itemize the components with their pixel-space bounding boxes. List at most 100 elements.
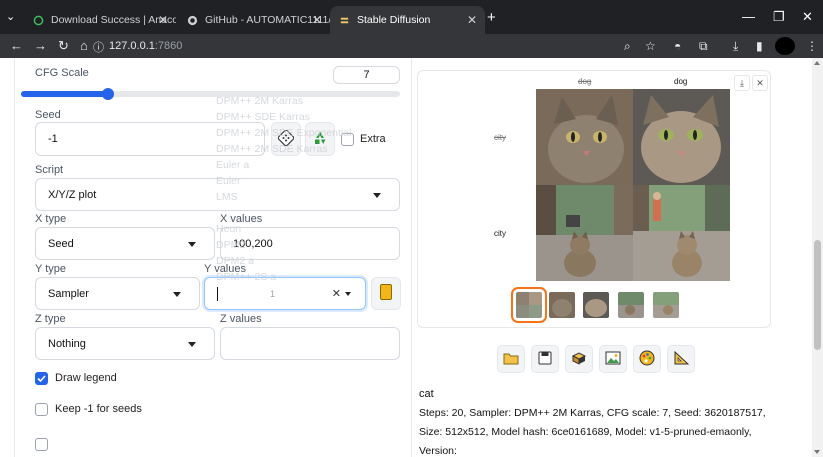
gallery-thumbnail[interactable]: [653, 292, 679, 318]
fill-values-button[interactable]: [371, 277, 401, 310]
generation-info: Steps: 20, Sampler: DPM++ 2M Karras, CFG…: [419, 407, 766, 457]
checkmark-icon: [37, 375, 46, 383]
scroll-down-icon[interactable]: [814, 450, 820, 454]
y-type-label: Y type: [35, 263, 66, 275]
sidepanel-icon[interactable]: ▮: [756, 39, 763, 53]
column-label: dog: [674, 77, 688, 86]
gallery-thumbnail[interactable]: [618, 292, 644, 318]
draw-legend-label: Draw legend: [55, 372, 117, 384]
seed-input[interactable]: -1: [35, 122, 265, 156]
output-gallery: ⤓ ✕ dog dog city city: [417, 70, 771, 328]
x-values-input[interactable]: 100,200: [220, 227, 400, 260]
address-bar: ← → ↻ ⌂ ⓘ 127.0.0.1:7860 ⌕ ☆ ◓ ⧉ ⤓ ▮ ⋮: [0, 34, 823, 58]
github-icon: [186, 14, 198, 26]
zip-icon: [571, 351, 587, 368]
y-values-dropdown[interactable]: 1 ✕: [204, 277, 366, 310]
draw-legend-checkbox[interactable]: [35, 372, 48, 385]
close-window-icon[interactable]: ✕: [802, 9, 813, 25]
gallery-thumbnail[interactable]: [549, 292, 575, 318]
close-tab-icon[interactable]: ✕: [158, 13, 168, 27]
script-select[interactable]: X/Y/Z plot: [35, 178, 400, 211]
z-type-select[interactable]: Nothing: [35, 327, 215, 360]
bookmark-star-icon[interactable]: ☆: [645, 39, 656, 53]
grid-cell-street-cat: [633, 185, 730, 281]
send-to-img2img-button[interactable]: [599, 345, 627, 373]
reload-icon[interactable]: ↻: [58, 38, 69, 54]
image-icon: [605, 351, 621, 368]
random-seed-button[interactable]: [271, 122, 301, 156]
profile-avatar[interactable]: [775, 37, 795, 55]
close-tab-icon[interactable]: ✕: [312, 13, 322, 27]
page-scrollbar[interactable]: [812, 58, 823, 457]
url-host: 127.0.0.1: [109, 40, 155, 52]
tab-github[interactable]: GitHub - AUTOMATIC1111/sta ✕: [178, 6, 330, 34]
z-type-value: Nothing: [48, 337, 86, 350]
ruler-icon: [673, 350, 690, 368]
z-values-input[interactable]: [220, 327, 400, 360]
notepad-icon: [380, 284, 392, 303]
close-tab-icon[interactable]: ✕: [467, 13, 477, 27]
folder-icon: [503, 351, 519, 368]
home-icon[interactable]: ⌂: [80, 38, 88, 53]
tab-stable-diffusion[interactable]: Stable Diffusion ✕: [330, 6, 485, 34]
zip-button[interactable]: [565, 345, 593, 373]
x-type-select[interactable]: Seed: [35, 227, 215, 260]
script-label: Script: [35, 164, 64, 176]
cfg-scale-input[interactable]: 7: [333, 66, 400, 84]
chevron-down-icon: [345, 291, 351, 296]
y-type-value: Sampler: [48, 287, 89, 300]
xyz-grid-image[interactable]: [536, 89, 730, 282]
y-type-select[interactable]: Sampler: [35, 277, 200, 310]
script-value: X/Y/Z plot: [48, 188, 97, 201]
scroll-up-icon[interactable]: [814, 61, 820, 65]
open-folder-button[interactable]: [497, 345, 525, 373]
zoom-icon[interactable]: ⌕: [624, 39, 631, 54]
reuse-seed-button[interactable]: [305, 122, 335, 156]
seed-label: Seed: [35, 109, 61, 121]
cfg-slider-fill: [21, 91, 109, 97]
next-option-checkbox[interactable]: [35, 438, 48, 451]
new-tab-button[interactable]: +: [487, 9, 496, 26]
gallery-thumbnail-grid[interactable]: [511, 287, 547, 323]
tab-title: Stable Diffusion: [357, 14, 431, 26]
y-values-label: Y values: [204, 263, 246, 275]
minimize-icon[interactable]: —: [742, 9, 755, 24]
cfg-scale-slider[interactable]: [21, 88, 400, 100]
close-icon[interactable]: ✕: [752, 75, 768, 91]
keep-seeds-checkbox[interactable]: [35, 403, 48, 416]
palette-icon: [639, 350, 655, 369]
chevron-down-icon: [188, 241, 196, 247]
gallery-thumbnail[interactable]: [583, 292, 609, 318]
url-field[interactable]: 127.0.0.1:7860: [109, 40, 182, 52]
chevron-down-icon: [173, 291, 181, 297]
browser-tab-bar: ⌄ Download Success | Anaconda ✕ GitHub -…: [0, 0, 823, 34]
clear-icon[interactable]: ✕: [332, 287, 341, 300]
grid-cell-cat: [633, 89, 730, 185]
send-to-extras-button[interactable]: [667, 345, 695, 373]
tab-search-icon[interactable]: ⌄: [6, 10, 15, 23]
save-icon: [538, 351, 552, 368]
row-label: city: [494, 229, 506, 238]
incognito-icon[interactable]: ◓: [674, 39, 681, 53]
chevron-down-icon: [188, 341, 196, 347]
x-type-label: X type: [35, 213, 67, 225]
save-button[interactable]: [531, 345, 559, 373]
download-icon[interactable]: ⤓: [734, 75, 750, 91]
forward-icon[interactable]: →: [34, 38, 47, 53]
generation-prompt: cat: [419, 388, 434, 400]
menu-icon[interactable]: ⋮: [806, 39, 818, 53]
back-icon[interactable]: ←: [10, 38, 23, 53]
extra-checkbox[interactable]: [341, 133, 354, 146]
grid-cell-cat: [536, 89, 633, 185]
row-label: city: [494, 133, 506, 142]
site-info-icon[interactable]: ⓘ: [93, 39, 104, 55]
scrollbar-thumb[interactable]: [814, 240, 821, 350]
download-icon[interactable]: ⤓: [733, 39, 738, 54]
url-port: :7860: [154, 40, 183, 52]
tab-anaconda[interactable]: Download Success | Anaconda ✕: [24, 6, 176, 34]
extensions-icon[interactable]: ⧉: [699, 39, 708, 54]
recycle-icon: [312, 130, 328, 149]
anaconda-icon: [32, 14, 44, 26]
restore-icon[interactable]: ❐: [773, 9, 785, 25]
send-to-inpaint-button[interactable]: [633, 345, 661, 373]
